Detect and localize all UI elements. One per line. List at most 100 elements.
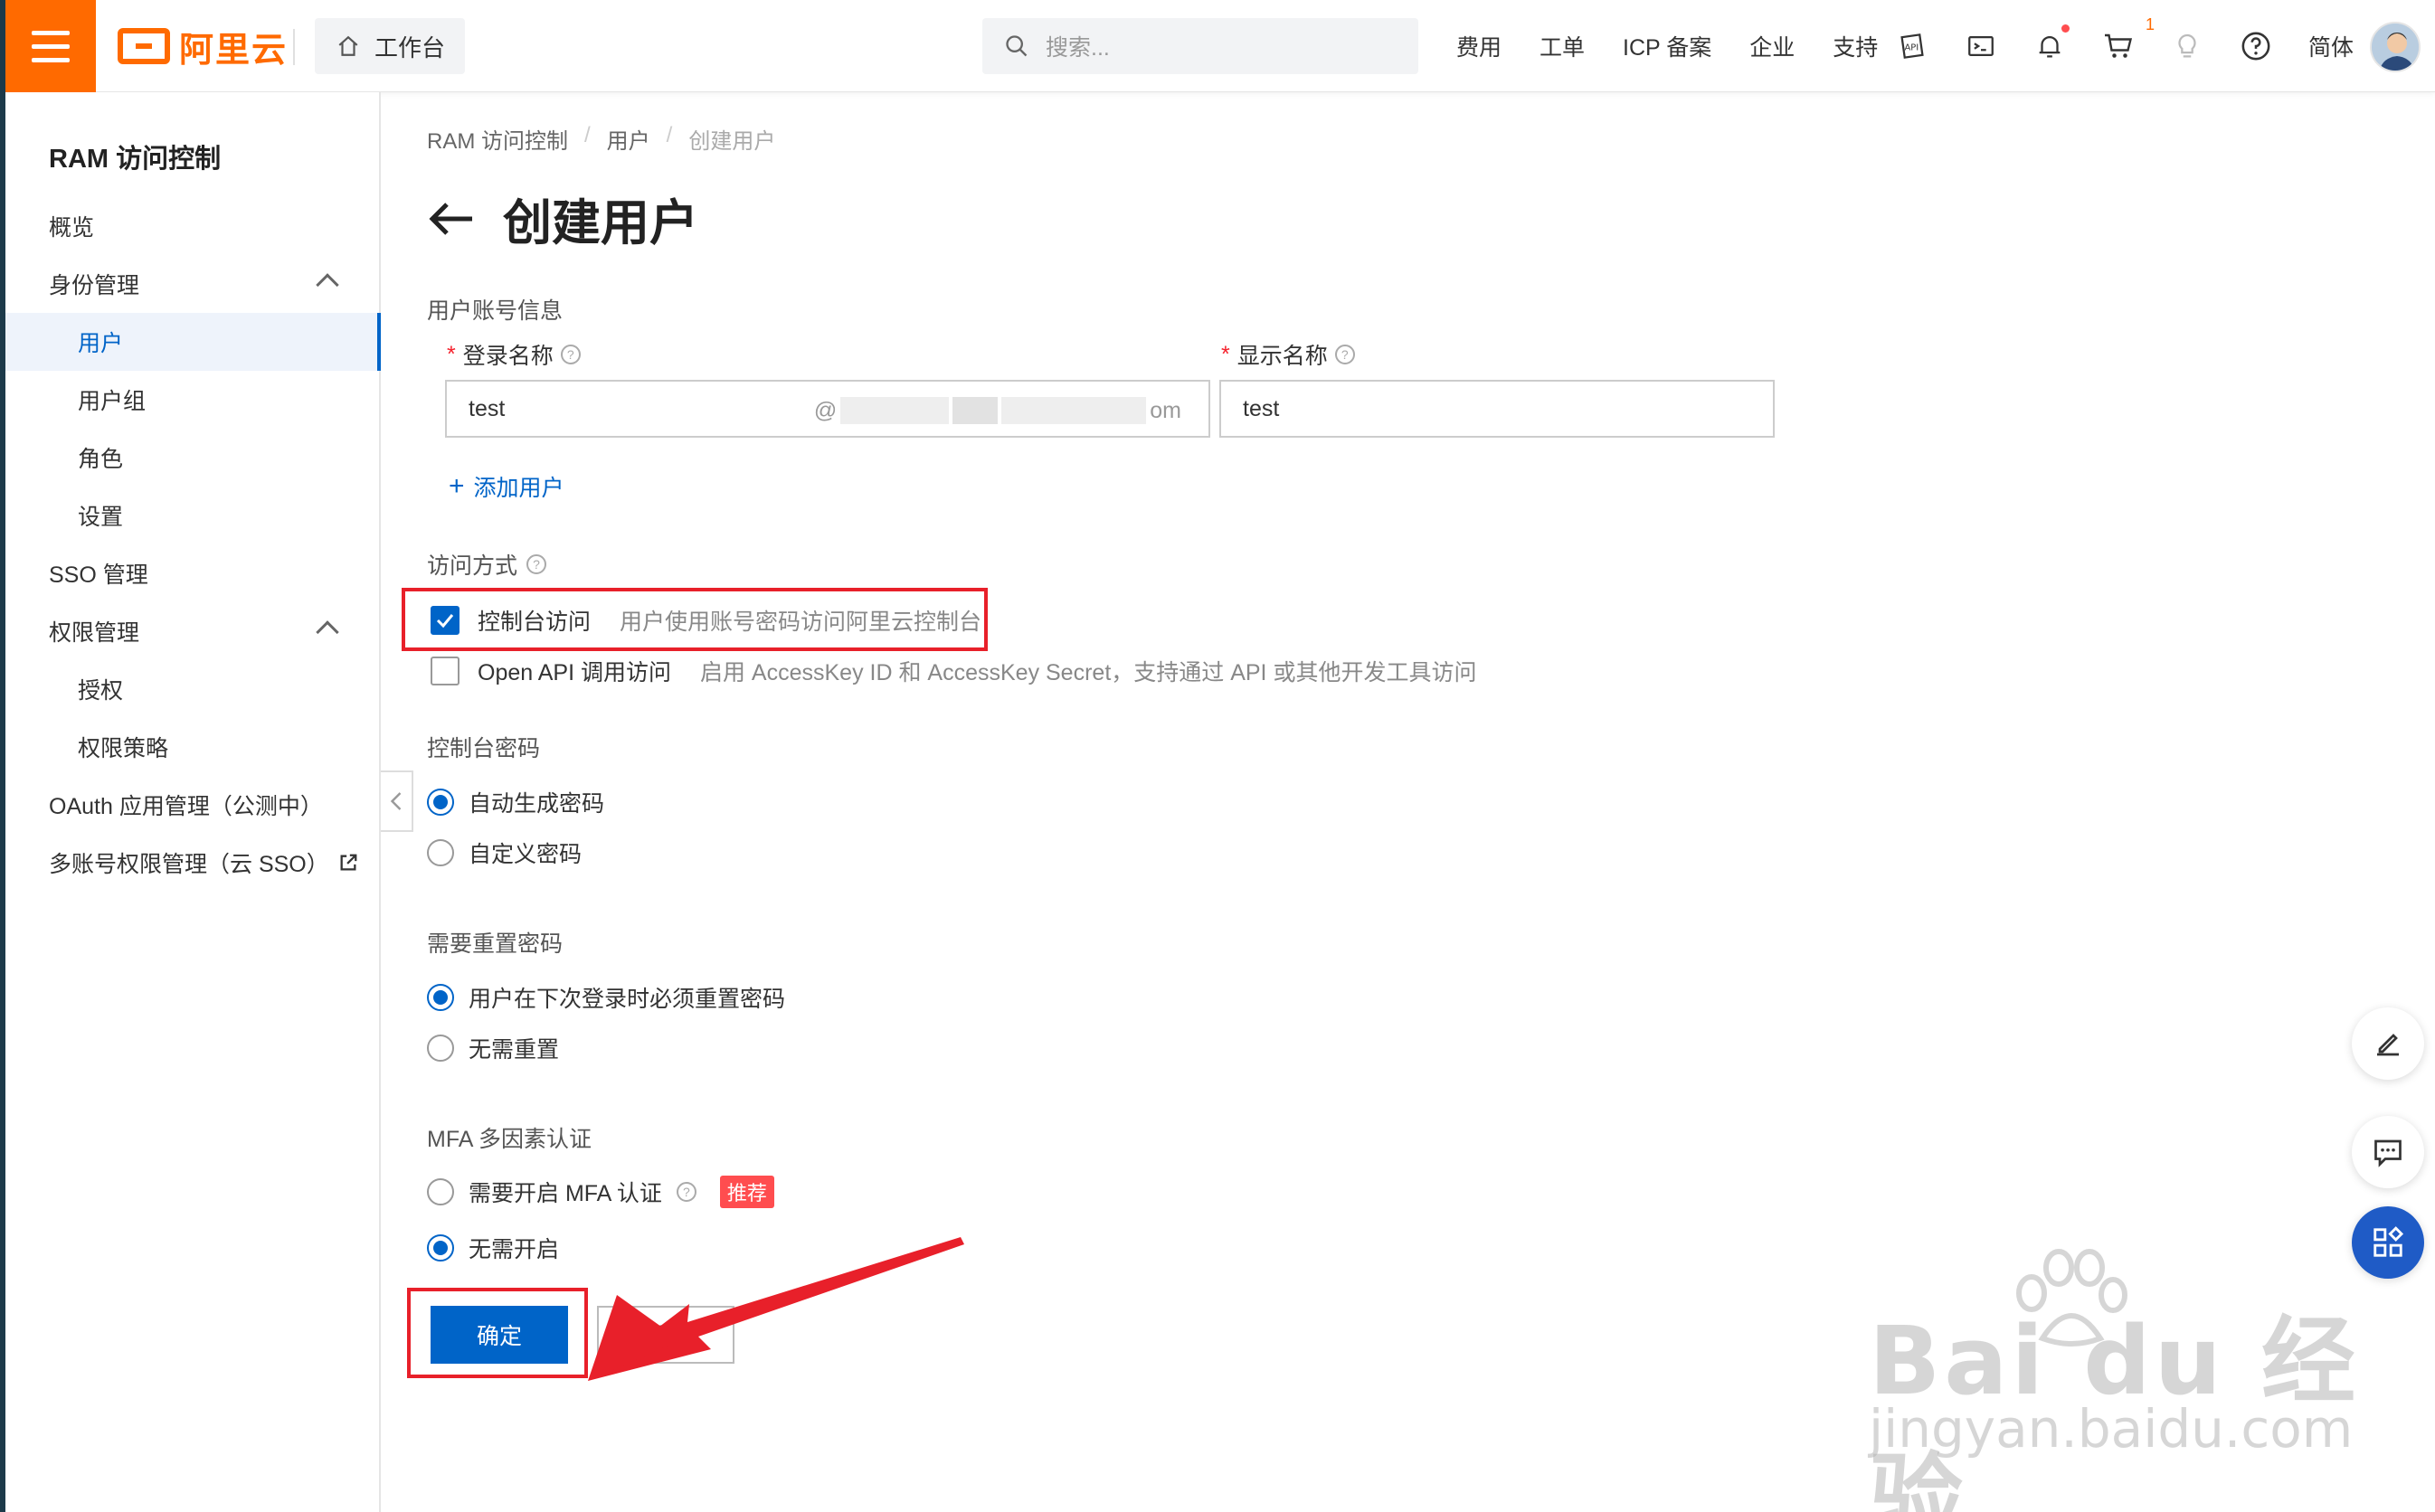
breadcrumb-separator: / [584, 123, 591, 147]
top-navigation-bar: 阿里云 工作台 搜索... 费用 工单 ICP 备案 企业 支持 API 1 简… [5, 0, 2435, 92]
nav-link-icp[interactable]: ICP 备案 [1623, 30, 1711, 62]
edit-feedback-button[interactable] [2352, 1007, 2424, 1080]
reset-not-required-option[interactable]: 无需重置 [427, 1032, 559, 1064]
sidebar-item-roles[interactable]: 角色 [5, 429, 381, 487]
display-name-input[interactable]: test [1219, 380, 1775, 438]
sidebar-item-settings[interactable]: 设置 [5, 487, 381, 544]
reset-not-required-label: 无需重置 [469, 1037, 560, 1063]
sidebar-collapse-button[interactable] [381, 770, 413, 832]
mfa-not-required-option[interactable]: 无需开启 [427, 1232, 559, 1264]
sidebar-item-label: 用户组 [78, 389, 147, 414]
language-switch[interactable]: 简体 [2308, 30, 2354, 62]
sidebar-item-overview[interactable]: 概览 [5, 197, 381, 255]
display-name-label: * 显示名称 ? [1221, 338, 1355, 371]
sidebar-item-label: OAuth 应用管理（公测中） [49, 794, 323, 819]
api-access-desc: 启用 AccessKey ID 和 AccessKey Secret，支持通过 … [699, 660, 1477, 685]
workbench-label: 工作台 [374, 33, 446, 61]
help-icon[interactable]: ? [1334, 345, 1355, 364]
sidebar-item-label: 概览 [49, 215, 95, 241]
api-icon[interactable]: API [1896, 30, 1928, 62]
console-access-option[interactable]: 控制台访问 用户使用账号密码访问阿里云控制台 [431, 604, 981, 637]
api-access-checkbox[interactable] [431, 657, 460, 685]
chevron-up-icon [316, 620, 339, 644]
help-icon[interactable]: ? [560, 345, 581, 364]
api-access-option[interactable]: Open API 调用访问 启用 AccessKey ID 和 AccessKe… [431, 655, 1476, 687]
divider [293, 29, 295, 65]
display-name-value: test [1243, 395, 1280, 421]
brand-name: 阿里云 [179, 31, 289, 70]
sidebar-group-permissions[interactable]: 权限管理 [5, 602, 381, 660]
reset-required-radio[interactable] [427, 984, 454, 1011]
sidebar-item-grants[interactable]: 授权 [5, 660, 381, 718]
sidebar-item-label: 权限管理 [49, 620, 140, 646]
cart-icon[interactable]: 1 [2102, 15, 2155, 62]
chat-button[interactable] [2352, 1116, 2424, 1188]
auto-password-radio[interactable] [427, 789, 454, 816]
add-user-label: 添加用户 [473, 476, 564, 501]
login-name-label: * 登录名称 ? [447, 338, 581, 371]
nav-link-tickets[interactable]: 工单 [1540, 30, 1585, 62]
sidebar-item-user-groups[interactable]: 用户组 [5, 371, 381, 429]
domain-end: om [1150, 397, 1181, 423]
sidebar-item-label: 身份管理 [49, 273, 140, 298]
sidebar-item-oauth[interactable]: OAuth 应用管理（公测中） [5, 776, 381, 834]
sidebar-group-identity[interactable]: 身份管理 [5, 255, 381, 313]
chevron-left-icon [390, 792, 402, 810]
nav-link-support[interactable]: 支持 [1833, 30, 1878, 62]
chevron-up-icon [316, 273, 339, 297]
aliyun-logo-mark-icon [118, 28, 170, 64]
required-mark: * [1221, 341, 1230, 367]
avatar[interactable] [2370, 22, 2421, 72]
terminal-icon[interactable] [1965, 30, 1997, 62]
mfa-not-required-radio[interactable] [427, 1234, 454, 1262]
search-input[interactable]: 搜索... [982, 18, 1418, 74]
nav-link-enterprise[interactable]: 企业 [1749, 30, 1795, 62]
breadcrumb-ram[interactable]: RAM 访问控制 [427, 123, 568, 155]
sidebar-item-label: 多账号权限管理（云 SSO） [49, 852, 329, 877]
add-user-button[interactable]: + 添加用户 [449, 470, 564, 503]
redacted-domain [952, 397, 999, 424]
custom-password-option[interactable]: 自定义密码 [427, 836, 582, 869]
baidu-watermark-url: jingyan.baidu.com [1869, 1398, 2354, 1460]
top-nav-icons: API 1 简体 [1896, 0, 2354, 92]
apps-button[interactable] [2352, 1206, 2424, 1279]
display-name-label-text: 显示名称 [1236, 344, 1328, 369]
custom-password-radio[interactable] [427, 839, 454, 866]
lightbulb-icon[interactable] [2171, 30, 2203, 62]
mfa-required-radio[interactable] [427, 1178, 454, 1205]
section-reset-password: 需要重置密码 [427, 931, 564, 957]
reset-required-option[interactable]: 用户在下次登录时必须重置密码 [427, 981, 785, 1014]
reset-not-required-radio[interactable] [427, 1035, 454, 1062]
sidebar-item-sso[interactable]: SSO 管理 [5, 544, 381, 602]
notification-dot [2061, 24, 2070, 33]
svg-text:API: API [1905, 43, 1919, 52]
help-icon[interactable]: ? [526, 554, 547, 574]
sidebar-item-label: 授权 [78, 678, 124, 704]
sidebar-item-policies[interactable]: 权限策略 [5, 718, 381, 776]
sidebar-item-cloud-sso[interactable]: 多账号权限管理（云 SSO） [5, 834, 381, 892]
confirm-button[interactable]: 确定 [431, 1306, 568, 1364]
workbench-button[interactable]: 工作台 [315, 18, 465, 74]
auto-password-option[interactable]: 自动生成密码 [427, 786, 604, 818]
console-access-checkbox[interactable] [431, 606, 460, 635]
section-mfa: MFA 多因素认证 [427, 1127, 592, 1152]
baidu-paw-logo [2016, 1249, 2127, 1347]
breadcrumb-users[interactable]: 用户 [607, 123, 650, 155]
required-mark: * [447, 341, 456, 367]
nav-link-billing[interactable]: 费用 [1456, 30, 1502, 62]
sidebar-item-users[interactable]: 用户 [5, 313, 381, 371]
help-icon[interactable] [2240, 30, 2272, 62]
hamburger-menu-icon[interactable] [5, 0, 96, 92]
sidebar-item-label: 设置 [78, 505, 124, 530]
bell-icon[interactable] [2033, 24, 2070, 62]
browser-window: 阿里云 工作台 搜索... 费用 工单 ICP 备案 企业 支持 API 1 简… [5, 0, 2435, 1512]
breadcrumb-separator: / [666, 123, 673, 147]
aliyun-logo[interactable]: 阿里云 [118, 25, 288, 70]
external-link-icon [340, 854, 357, 871]
sidebar-title: RAM 访问控制 [49, 145, 222, 174]
pencil-icon [2377, 1034, 2399, 1056]
back-arrow-icon[interactable] [427, 199, 476, 239]
sidebar-item-label: 角色 [78, 447, 124, 472]
login-name-input[interactable]: test @ om [445, 380, 1210, 438]
api-access-label: Open API 调用访问 [478, 660, 671, 685]
